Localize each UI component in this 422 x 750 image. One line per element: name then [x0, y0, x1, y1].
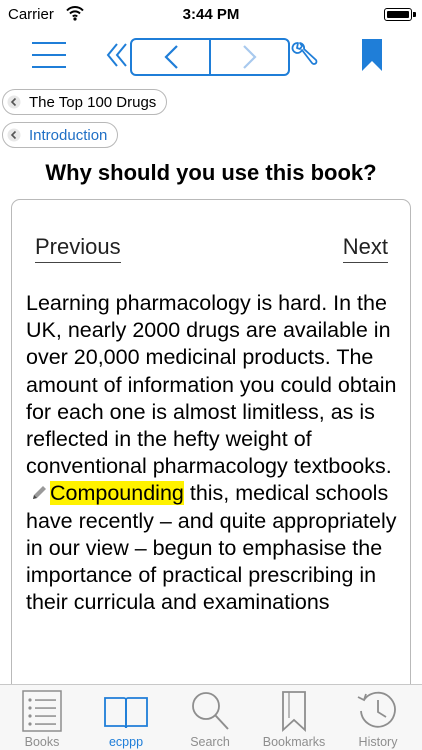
breadcrumb-label: The Top 100 Drugs — [29, 93, 157, 111]
tab-books[interactable]: Books — [0, 685, 84, 750]
next-page-button[interactable] — [209, 40, 288, 74]
chevron-right-icon — [242, 45, 257, 69]
list-icon — [22, 690, 62, 732]
top-toolbar — [0, 30, 422, 84]
battery-icon — [384, 8, 416, 21]
breadcrumb-label: Introduction — [29, 126, 108, 144]
tab-label: ecppp — [108, 735, 144, 749]
page-nav-segment — [130, 38, 290, 76]
clock-icon — [357, 691, 396, 728]
pencil-icon[interactable] — [30, 484, 48, 502]
tab-ecppp[interactable]: ecppp — [84, 685, 168, 750]
body-text-before: Learning pharmacology is hard. In the UK… — [26, 291, 397, 479]
highlighted-text[interactable]: Compounding — [50, 481, 184, 506]
magnifier-icon — [192, 692, 229, 730]
tab-history[interactable]: History — [336, 685, 420, 750]
content-card: Previous Next Learning pharmacology is h… — [11, 199, 411, 719]
bookmarks-icon — [282, 691, 306, 733]
breadcrumb-introduction[interactable]: Introduction — [2, 122, 119, 148]
chevron-left-icon — [7, 128, 21, 142]
tab-bookmarks[interactable]: Bookmarks — [252, 685, 336, 750]
bookmark-icon[interactable] — [360, 38, 384, 72]
tab-search[interactable]: Search — [168, 685, 252, 750]
tab-label: Books — [24, 735, 60, 749]
tab-label: Search — [190, 735, 230, 749]
double-chevron-left-icon[interactable] — [105, 40, 131, 70]
status-time: 3:44 PM — [182, 6, 240, 23]
tab-bar: Books ecppp Search Bookmarks History — [0, 684, 422, 750]
tab-label: Bookmarks — [262, 735, 326, 749]
body-text: Learning pharmacology is hard. In the UK… — [26, 290, 402, 616]
hamburger-menu-icon[interactable] — [30, 38, 68, 72]
next-link[interactable]: Next — [342, 234, 388, 263]
breadcrumb-top-100-drugs[interactable]: The Top 100 Drugs — [2, 89, 168, 115]
page-title: Why should you use this book? — [45, 160, 377, 185]
previous-page-button[interactable] — [132, 40, 209, 74]
chevron-left-icon — [7, 95, 21, 109]
tab-label: History — [358, 735, 398, 749]
wrench-icon[interactable] — [290, 40, 318, 70]
chevron-left-icon — [163, 45, 178, 69]
status-bar: Carrier 3:44 PM — [0, 0, 422, 30]
previous-link[interactable]: Previous — [35, 234, 121, 263]
open-book-icon — [104, 697, 148, 729]
